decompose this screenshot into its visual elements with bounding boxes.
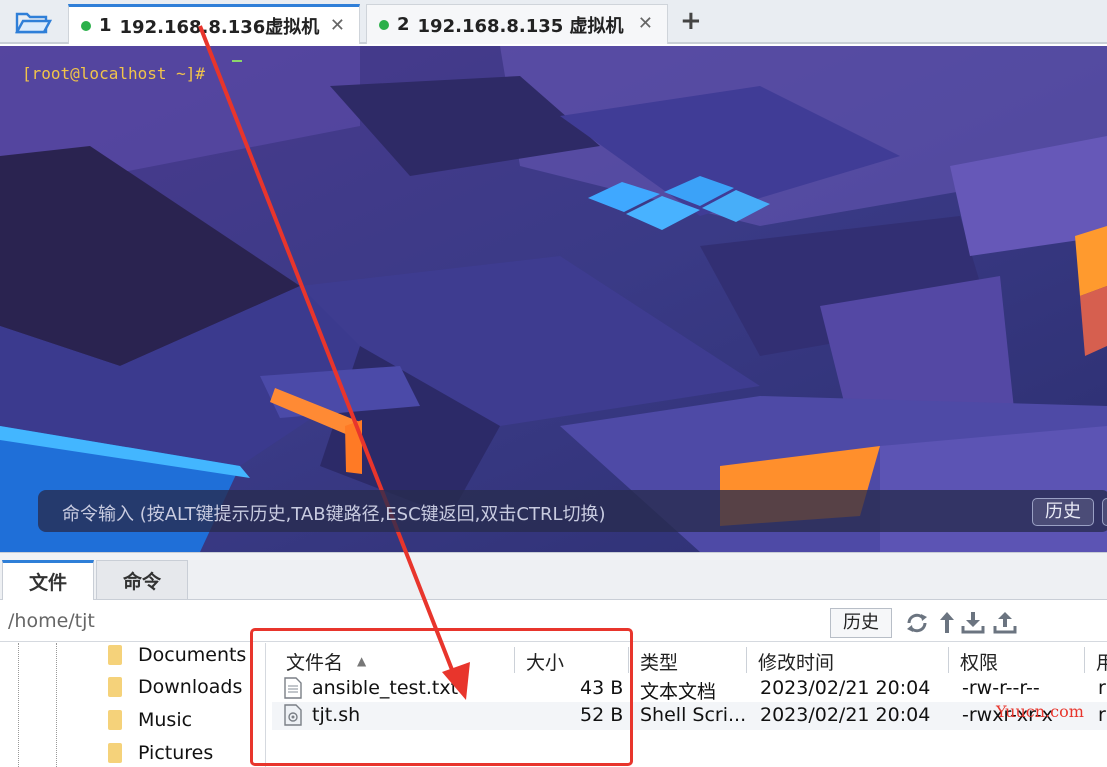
file-type: 文本文档: [640, 681, 717, 703]
file-list: 文件名 ▲ 大小 类型 修改时间 权限 用 ansible_test.txt 4…: [272, 643, 1107, 767]
command-extra-button[interactable]: [1102, 498, 1107, 526]
shell-script-icon: [284, 704, 302, 726]
command-history-button[interactable]: 历史: [1032, 498, 1094, 526]
tab-number: 2: [397, 14, 410, 35]
add-tab-icon[interactable]: +: [680, 6, 702, 36]
folder-icon: [108, 645, 122, 665]
tab-label: 192.168.8.136虚拟机: [119, 16, 320, 38]
column-header-modified[interactable]: 修改时间: [758, 647, 834, 675]
folder-icon: [108, 710, 122, 730]
tree-item-pictures[interactable]: Pictures: [92, 737, 213, 767]
tab-commands[interactable]: 命令: [96, 560, 188, 600]
download-icon[interactable]: [960, 611, 986, 635]
tree-guide-line: [18, 643, 19, 767]
tree-item-label: Downloads: [138, 676, 243, 698]
column-header-label: 文件名: [286, 651, 344, 674]
tree-guide-line: [56, 643, 57, 767]
tab-label: 192.168.8.135 虚拟机: [417, 15, 624, 37]
column-header-owner[interactable]: 用: [1096, 647, 1107, 675]
file-owner: r: [1098, 677, 1106, 699]
path-toolbar: /home/tjt 历史: [0, 602, 1107, 642]
file-row-ansible-test[interactable]: ansible_test.txt 43 B 文本文档 2023/02/21 20…: [272, 675, 1107, 703]
column-header-size[interactable]: 大小: [526, 647, 564, 675]
watermark: Yuucn.com: [996, 702, 1084, 721]
tree-item-label: Documents: [138, 644, 247, 666]
text-file-icon: [284, 677, 302, 699]
session-tab-bar: 1 192.168.8.136虚拟机 ✕ 2 192.168.8.135 虚拟机…: [0, 0, 1107, 44]
file-modified: 2023/02/21 20:04: [760, 677, 931, 699]
open-folder-icon[interactable]: [14, 8, 53, 36]
path-history-button[interactable]: 历史: [830, 608, 892, 638]
file-size: 43 B: [580, 677, 624, 699]
folder-icon: [108, 677, 122, 697]
tree-item-music[interactable]: Music: [92, 704, 192, 736]
tab-number: 1: [99, 15, 112, 36]
column-divider[interactable]: [628, 647, 629, 673]
tree-item-documents[interactable]: Documents: [92, 643, 246, 671]
tab-session-2[interactable]: 2 192.168.8.135 虚拟机 ✕: [366, 4, 668, 44]
column-divider[interactable]: [1084, 647, 1085, 673]
close-tab-icon[interactable]: ✕: [638, 13, 653, 34]
file-permissions: -rw-r--r--: [962, 677, 1040, 699]
upload-icon[interactable]: [992, 611, 1018, 635]
connected-status-icon: [379, 19, 389, 30]
terminal-area[interactable]: [root@localhost ~]# 命令输入 (按ALT键提示历史,TAB键…: [0, 46, 1107, 552]
tab-session-1[interactable]: 1 192.168.8.136虚拟机 ✕: [68, 4, 360, 44]
file-size: 52 B: [580, 704, 624, 726]
folder-icon: [108, 743, 122, 763]
tree-item-label: Pictures: [138, 742, 214, 764]
terminal-cursor: [232, 60, 242, 62]
wallpaper-background: [0, 46, 1107, 552]
sort-ascending-icon: ▲: [357, 654, 367, 668]
file-name: tjt.sh: [312, 704, 361, 726]
file-owner: r: [1098, 704, 1106, 726]
current-path-field[interactable]: /home/tjt: [8, 610, 95, 632]
command-input-hint: 命令输入 (按ALT键提示历史,TAB键路径,ESC键返回,双击CTRL切换): [62, 504, 606, 525]
shell-prompt: [root@localhost ~]#: [22, 64, 206, 83]
panel-tab-bar: 文件 命令: [0, 560, 1107, 600]
tab-files[interactable]: 文件: [2, 560, 94, 600]
directory-tree: Documents Downloads Music Pictures: [0, 643, 266, 767]
command-input-bar[interactable]: 命令输入 (按ALT键提示历史,TAB键路径,ESC键返回,双击CTRL切换) …: [38, 490, 1107, 532]
refresh-icon[interactable]: [904, 611, 930, 635]
file-type: Shell Scri...: [640, 704, 747, 726]
file-name: ansible_test.txt: [312, 677, 459, 699]
connected-status-icon: [81, 20, 91, 31]
column-divider[interactable]: [514, 647, 515, 673]
column-header-type[interactable]: 类型: [640, 647, 678, 675]
column-divider[interactable]: [948, 647, 949, 673]
up-directory-icon[interactable]: [934, 611, 960, 635]
column-header-permissions[interactable]: 权限: [960, 647, 998, 675]
column-divider[interactable]: [746, 647, 747, 673]
close-tab-icon[interactable]: ✕: [330, 15, 345, 36]
file-row-tjt-sh[interactable]: tjt.sh 52 B Shell Scri... 2023/02/21 20:…: [272, 702, 1107, 730]
tree-item-label: Music: [138, 709, 193, 731]
file-modified: 2023/02/21 20:04: [760, 704, 931, 726]
column-header-name[interactable]: 文件名 ▲: [286, 647, 366, 675]
tree-item-downloads[interactable]: Downloads: [92, 671, 242, 703]
panel-splitter[interactable]: [0, 552, 1107, 560]
